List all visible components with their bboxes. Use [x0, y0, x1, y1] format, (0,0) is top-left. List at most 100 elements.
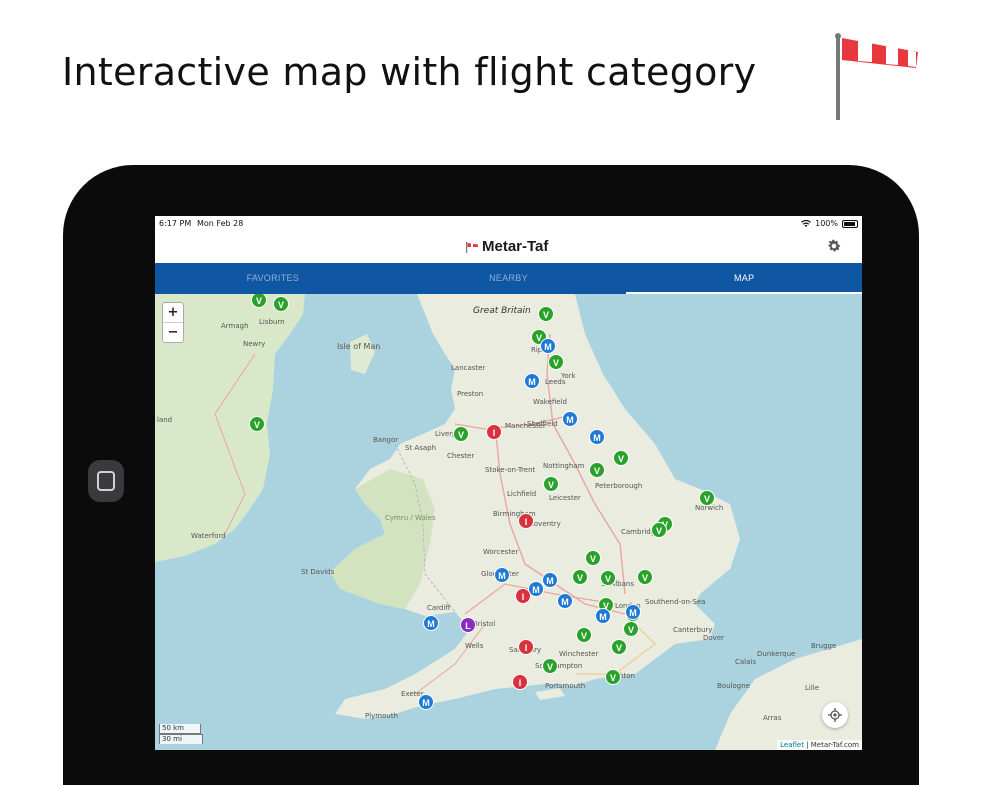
station-marker-mvfr[interactable]: M — [557, 593, 573, 609]
station-marker-vfr[interactable]: V — [542, 658, 558, 674]
tab-map[interactable]: MAP — [626, 263, 862, 294]
station-marker-mvfr[interactable]: M — [524, 373, 540, 389]
device-screen: 6:17 PM Mon Feb 28 100% Metar-Taf FAVORI… — [155, 216, 862, 750]
map-label: Wells — [465, 642, 484, 650]
station-marker-mvfr[interactable]: M — [494, 567, 510, 583]
map-scale: 50 km 30 mi — [159, 724, 203, 744]
map-label: Calais — [735, 658, 757, 666]
map-label: Arras — [763, 714, 782, 722]
map-label: Bangor — [373, 436, 399, 444]
station-marker-vfr[interactable]: V — [249, 416, 265, 432]
map-label: Lancaster — [451, 364, 486, 372]
station-marker-vfr[interactable]: V — [651, 522, 667, 538]
map-label: Preston — [457, 390, 484, 398]
battery-percent: 100% — [815, 219, 838, 228]
wifi-icon — [801, 219, 812, 227]
station-marker-lifr[interactable]: L — [460, 617, 476, 633]
map-label: Portsmouth — [545, 682, 586, 690]
map-label: Plymouth — [365, 712, 399, 720]
map-label: Great Britain — [473, 306, 531, 316]
station-marker-vfr[interactable]: V — [576, 627, 592, 643]
status-time: 6:17 PM — [159, 219, 192, 228]
station-marker-vfr[interactable]: V — [273, 296, 289, 312]
map-label: St Asaph — [405, 444, 437, 452]
station-marker-ifr[interactable]: I — [515, 588, 531, 604]
home-button-icon[interactable] — [88, 460, 124, 502]
app-navbar: Metar-Taf — [155, 232, 862, 263]
map-label: Peterborough — [595, 482, 643, 490]
windsock-logo — [835, 33, 918, 120]
scale-km: 50 km — [159, 724, 201, 734]
leaflet-link[interactable]: Leaflet — [780, 741, 804, 749]
station-marker-mvfr[interactable]: M — [418, 694, 434, 710]
map-label: Newry — [243, 340, 266, 348]
station-marker-ifr[interactable]: I — [518, 513, 534, 529]
map-view[interactable]: Great Britain Isle of Man Lisburn Armagh… — [155, 294, 862, 750]
station-marker-vfr[interactable]: V — [585, 550, 601, 566]
station-marker-ifr[interactable]: I — [518, 639, 534, 655]
station-marker-vfr[interactable]: V — [613, 450, 629, 466]
zoom-control: + − — [162, 302, 184, 343]
station-marker-vfr[interactable]: V — [572, 569, 588, 585]
map-label: Chester — [447, 452, 475, 460]
station-marker-mvfr[interactable]: M — [540, 338, 556, 354]
station-marker-vfr[interactable]: V — [589, 462, 605, 478]
zoom-out-button[interactable]: − — [163, 323, 183, 342]
map-label: Lille — [805, 684, 820, 692]
station-marker-ifr[interactable]: I — [486, 424, 502, 440]
station-marker-vfr[interactable]: V — [611, 639, 627, 655]
map-label: Armagh — [221, 322, 249, 330]
map-label: land — [157, 416, 173, 424]
map-label: Stoke-on-Trent — [485, 466, 536, 474]
station-marker-vfr[interactable]: V — [453, 426, 469, 442]
station-marker-mvfr[interactable]: M — [562, 411, 578, 427]
station-marker-vfr[interactable]: V — [623, 621, 639, 637]
map-label: Cymru / Wales — [385, 514, 436, 522]
map-label: Bristol — [473, 620, 496, 628]
page-headline: Interactive map with flight category — [62, 50, 757, 94]
station-marker-vfr[interactable]: V — [538, 306, 554, 322]
station-marker-vfr[interactable]: V — [543, 476, 559, 492]
map-label: Worcester — [483, 548, 519, 556]
station-marker-mvfr[interactable]: M — [589, 429, 605, 445]
map-label: Canterbury — [673, 626, 713, 634]
map-label: Lisburn — [259, 318, 285, 326]
tab-bar: FAVORITES NEARBY MAP — [155, 263, 862, 294]
map-label: Dunkerque — [757, 650, 796, 658]
scale-mi: 30 mi — [159, 734, 203, 744]
tab-nearby[interactable]: NEARBY — [391, 263, 627, 294]
tab-favorites[interactable]: FAVORITES — [155, 263, 391, 294]
app-title: Metar-Taf — [465, 238, 548, 255]
map-attribution: Leaflet | Metar-Taf.com — [777, 740, 862, 750]
station-marker-vfr[interactable]: V — [637, 569, 653, 585]
station-marker-ifr[interactable]: I — [512, 674, 528, 690]
station-marker-vfr[interactable]: V — [548, 354, 564, 370]
map-label: St Davids — [301, 568, 335, 576]
locate-button[interactable] — [822, 702, 848, 728]
map-label: Nottingham — [543, 462, 585, 470]
map-label: Boulogne — [717, 682, 750, 690]
map-label: Lichfield — [507, 490, 537, 498]
attribution-text: Metar-Taf.com — [810, 741, 859, 749]
gear-icon[interactable] — [826, 238, 842, 254]
station-marker-vfr[interactable]: V — [699, 490, 715, 506]
windsock-mini-icon — [466, 241, 478, 253]
map-label: Leeds — [545, 378, 566, 386]
map-label: Cardiff — [427, 604, 451, 612]
map-label: Manchester — [505, 422, 546, 430]
station-marker-mvfr[interactable]: M — [595, 608, 611, 624]
map-label: Waterford — [191, 532, 226, 540]
station-marker-vfr[interactable]: V — [605, 669, 621, 685]
station-marker-mvfr[interactable]: M — [423, 615, 439, 631]
map-label: Brugge — [811, 642, 837, 650]
map-label: Leicester — [549, 494, 581, 502]
station-marker-mvfr[interactable]: M — [625, 604, 641, 620]
zoom-in-button[interactable]: + — [163, 303, 183, 323]
map-basemap — [155, 294, 862, 750]
status-bar: 6:17 PM Mon Feb 28 100% — [155, 216, 862, 232]
station-marker-vfr[interactable]: V — [600, 570, 616, 586]
map-label: Southend-on-Sea — [645, 598, 706, 606]
map-label: Isle of Man — [337, 342, 381, 351]
map-label: Wakefield — [533, 398, 567, 406]
station-marker-mvfr[interactable]: M — [542, 572, 558, 588]
